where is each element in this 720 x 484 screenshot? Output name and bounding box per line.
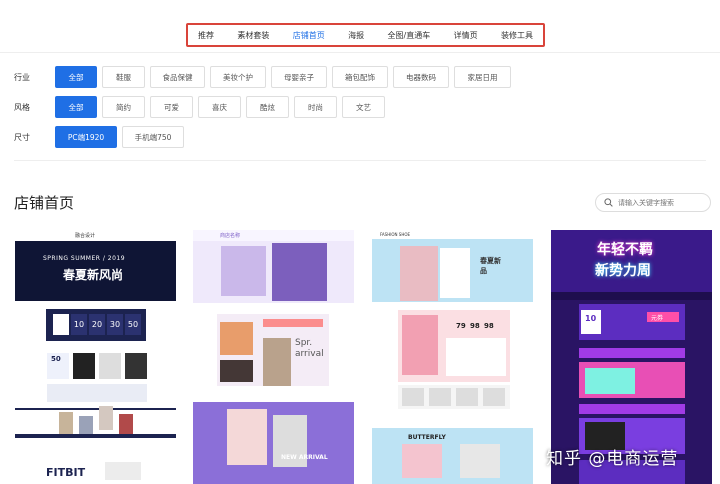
- banner-subtitle: SPRING SUMMER / 2019: [43, 255, 126, 262]
- chip-style-cool[interactable]: 酷炫: [246, 96, 289, 118]
- countdown-4: 50: [125, 314, 141, 335]
- butterfly-banner: BUTTERFLY: [408, 434, 446, 441]
- chip-industry-beauty[interactable]: 美妆个护: [210, 66, 266, 88]
- filter-row-style: 风格 全部 简约 可爱 喜庆 酷炫 时尚 文艺: [14, 96, 390, 118]
- template-brand: FASHION SHOE: [380, 232, 411, 237]
- chip-industry-bags[interactable]: 箱包配饰: [332, 66, 388, 88]
- coupon-badge: 元券: [651, 315, 664, 322]
- filter-row-size: 尺寸 PC端1920 手机端750: [14, 126, 189, 148]
- chip-style-all[interactable]: 全部: [55, 96, 97, 118]
- banner-subtitle: 新势力周: [595, 263, 651, 279]
- banner-title: 春夏新风尚: [63, 268, 124, 282]
- countdown-2: 20: [89, 314, 105, 335]
- template-brand: 融合设计: [75, 233, 96, 239]
- countdown-1: 10: [71, 314, 87, 335]
- chip-industry-apparel[interactable]: 鞋服: [102, 66, 145, 88]
- chip-style-simple[interactable]: 简约: [102, 96, 145, 118]
- filter-divider: [14, 160, 706, 161]
- template-card-2[interactable]: 商店名称 Spr. arrival NEW ARRIVAL: [193, 230, 354, 484]
- countdown-3: 30: [107, 314, 123, 335]
- chip-style-literary[interactable]: 文艺: [342, 96, 385, 118]
- section-title: 店铺首页: [14, 194, 75, 212]
- chip-industry-food[interactable]: 食品保健: [150, 66, 205, 88]
- coupon-value: 10: [585, 314, 597, 323]
- watermark: 知乎 @电商运营: [546, 449, 679, 469]
- category-tabs: 推荐 素材套装 店铺首页 海报 全图/直通车 详情页 装修工具: [186, 23, 545, 47]
- filter-row-industry: 行业 全部 鞋服 食品保健 美妆个护 母婴亲子 箱包配饰 电器数码 家居日用: [14, 66, 516, 88]
- search-input[interactable]: [618, 198, 708, 207]
- search-icon: [604, 198, 613, 207]
- tab-decoration-tools[interactable]: 装修工具: [501, 30, 533, 41]
- chip-style-fashion[interactable]: 时尚: [294, 96, 337, 118]
- price-1: 79: [456, 322, 466, 330]
- banner-title: 年轻不羁: [597, 242, 653, 258]
- tab-recommend[interactable]: 推荐: [198, 30, 214, 41]
- tab-full-image[interactable]: 全图/直通车: [388, 30, 431, 41]
- footer-brand: FITBIT: [46, 466, 86, 479]
- chip-size-mobile[interactable]: 手机端750: [122, 126, 184, 148]
- season-badge: 春夏新品: [480, 257, 501, 275]
- template-card-1[interactable]: 融合设计 SPRING SUMMER / 2019 春夏新风尚 10 20 30…: [15, 230, 176, 484]
- template-card-3[interactable]: FASHION SHOE 春夏新品 79 98 98 BUTTERFLY: [372, 230, 533, 484]
- search-box[interactable]: [595, 193, 711, 212]
- chip-size-pc[interactable]: PC端1920: [55, 126, 117, 148]
- tab-detail-page[interactable]: 详情页: [454, 30, 478, 41]
- new-arrival-label: NEW ARRIVAL: [281, 454, 328, 461]
- price-2: 98: [470, 322, 480, 330]
- promo-text: Spr. arrival: [295, 338, 324, 359]
- filter-label-size: 尺寸: [14, 132, 30, 142]
- nav-divider: [0, 52, 720, 53]
- tab-poster[interactable]: 海报: [348, 30, 364, 41]
- tab-shop-home[interactable]: 店铺首页: [293, 30, 325, 41]
- chip-style-cute[interactable]: 可爱: [150, 96, 193, 118]
- coupon-value: 50: [51, 355, 61, 363]
- price-3: 98: [484, 322, 494, 330]
- chip-industry-all[interactable]: 全部: [55, 66, 97, 88]
- chip-style-festive[interactable]: 喜庆: [198, 96, 241, 118]
- filter-label-industry: 行业: [14, 72, 30, 82]
- chip-industry-home[interactable]: 家居日用: [454, 66, 511, 88]
- filter-label-style: 风格: [14, 102, 30, 112]
- tab-material-kits[interactable]: 素材套装: [237, 30, 269, 41]
- template-brand: 商店名称: [220, 233, 241, 239]
- chip-industry-electronics[interactable]: 电器数码: [393, 66, 449, 88]
- chip-industry-baby[interactable]: 母婴亲子: [271, 66, 327, 88]
